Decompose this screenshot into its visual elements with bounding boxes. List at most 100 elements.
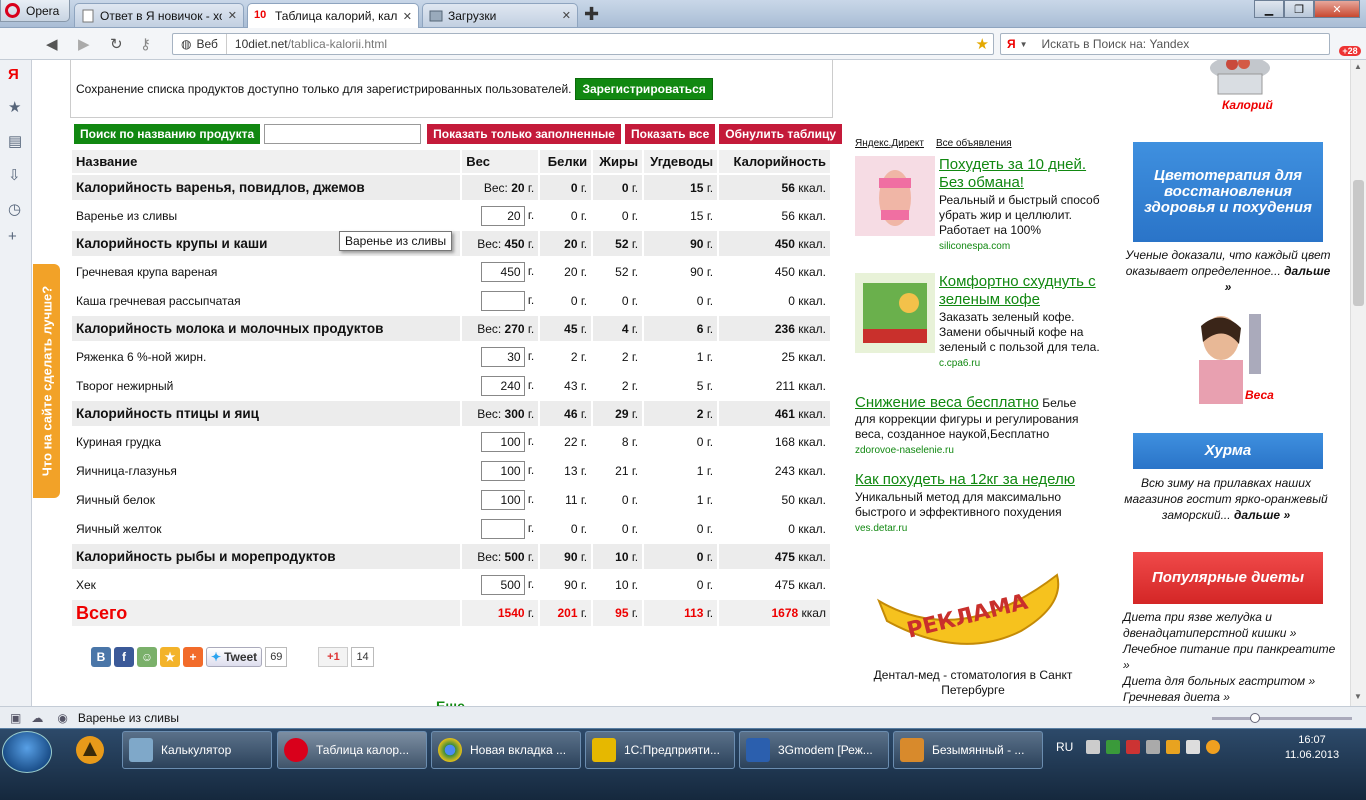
search-box[interactable]: Я ▼ Искать в Поиск на: Yandex xyxy=(1000,33,1330,55)
color-therapy-box[interactable]: Цветотерапия для восстановления здоровья… xyxy=(1133,142,1323,242)
favorites-icon[interactable]: ★ xyxy=(160,647,180,667)
yandex-direct-link[interactable]: Яндекс.Директ xyxy=(855,138,924,149)
taskbar-item[interactable]: Новая вкладка ... xyxy=(431,731,581,769)
banana-banner[interactable]: РЕКЛАМА xyxy=(871,565,1071,655)
popular-diets-box[interactable]: Популярные диеты xyxy=(1133,552,1323,604)
weight-input[interactable]: 100 xyxy=(480,460,525,481)
turbo-icon[interactable]: ◉ xyxy=(57,711,67,725)
scroll-down-icon[interactable]: ▼ xyxy=(1354,692,1362,701)
network-icon[interactable] xyxy=(1106,740,1120,754)
feedback-tab[interactable]: Что на сайте сделать лучше? xyxy=(33,264,60,498)
chevron-down-icon[interactable]: ▼ xyxy=(1020,40,1028,49)
back-icon[interactable]: ◀ xyxy=(46,35,58,53)
taskbar-item[interactable]: 3Gmodem [Реж... xyxy=(739,731,889,769)
taskbar-item[interactable]: Калькулятор xyxy=(122,731,272,769)
category-row[interactable]: Калорийность рыбы и морепродуктов Вес: 50… xyxy=(72,543,832,571)
extension-button[interactable]: +28 xyxy=(1339,32,1361,56)
zoom-slider[interactable] xyxy=(1212,713,1352,723)
diet-link[interactable]: Диета для больных гастритом » xyxy=(1123,673,1343,689)
all-ads-link[interactable]: Все объявления xyxy=(936,138,1012,149)
product-search-input[interactable] xyxy=(264,124,422,144)
scale-woman-image[interactable]: Веса xyxy=(1183,308,1274,404)
language-indicator[interactable]: RU xyxy=(1056,740,1073,754)
category-name[interactable]: Калорийность птицы и яиц xyxy=(72,400,463,428)
vk-icon[interactable]: В xyxy=(91,647,111,667)
weight-input[interactable]: 500 xyxy=(480,574,525,595)
category-name[interactable]: Калорийность молока и молочных продуктов xyxy=(72,315,463,343)
register-button[interactable]: Зарегистрироваться xyxy=(575,77,713,100)
scrollbar-thumb[interactable] xyxy=(1353,180,1364,306)
weight-input[interactable]: 100 xyxy=(480,431,525,452)
close-icon[interactable]: ✕ xyxy=(228,9,237,22)
ad-domain[interactable]: ves.detar.ru xyxy=(855,523,1100,534)
diet-link[interactable]: Гречневая диета » xyxy=(1123,689,1343,705)
ad-domain[interactable]: siliconespa.com xyxy=(939,241,1100,252)
more-link[interactable]: Еще xyxy=(436,698,465,706)
monitor-icon[interactable] xyxy=(1146,740,1160,754)
category-name[interactable]: Калорийность рыбы и морепродуктов xyxy=(72,543,463,571)
tab-calorie-table[interactable]: 10 Таблица калорий, кал... ✕ xyxy=(247,3,419,28)
close-icon[interactable]: ✕ xyxy=(403,10,412,23)
cloud-icon[interactable]: ☁ xyxy=(31,711,43,725)
persimmon-box[interactable]: Хурма xyxy=(1133,433,1323,469)
forward-icon[interactable]: ▶ xyxy=(78,35,90,53)
new-tab-icon[interactable]: ✚ xyxy=(584,4,599,25)
weight-input[interactable] xyxy=(480,290,525,311)
history-icon[interactable]: ◷ xyxy=(8,200,21,218)
antivirus-icon[interactable] xyxy=(1126,740,1140,754)
more-share-icon[interactable]: + xyxy=(183,647,203,667)
weight-input[interactable] xyxy=(480,518,525,539)
ad-title[interactable]: Снижение веса бесплатно xyxy=(855,394,1039,411)
address-bar[interactable]: ◍ Веб 10diet.net/tablica-kalorii.html ★ xyxy=(172,33,994,55)
taskbar-item[interactable]: 1С:Предприяти... xyxy=(585,731,735,769)
key-icon[interactable]: ⚷ xyxy=(140,35,151,53)
vertical-scrollbar[interactable]: ▲ ▼ xyxy=(1350,60,1366,706)
close-icon[interactable]: ✕ xyxy=(562,9,571,22)
calories-scale-image[interactable]: Калорий xyxy=(1178,60,1278,112)
zoom-handle[interactable] xyxy=(1250,713,1260,723)
moikrug-icon[interactable]: ☺ xyxy=(137,647,157,667)
ad-title[interactable]: Как похудеть на 12кг за неделю xyxy=(855,471,1100,489)
show-filled-button[interactable]: Показать только заполненные xyxy=(427,124,621,144)
ad-title[interactable]: Похудеть за 10 дней. Без обмана! xyxy=(939,156,1100,192)
banner-caption[interactable]: Дентал-мед - стоматология в Санкт Петерб… xyxy=(865,668,1081,698)
ad-domain[interactable]: zdorovoe-naselenie.ru xyxy=(855,445,1100,456)
maximize-icon[interactable]: ❐ xyxy=(1284,0,1314,18)
start-button[interactable] xyxy=(2,731,52,773)
diet-link[interactable]: Лечебное питание при панкреатите » xyxy=(1123,641,1343,673)
weight-input[interactable]: 450 xyxy=(480,261,525,282)
category-row[interactable]: Калорийность варенья, повидлов, джемов Ве… xyxy=(72,174,832,202)
scroll-up-icon[interactable]: ▲ xyxy=(1354,62,1362,71)
tab-downloads[interactable]: Загрузки ✕ xyxy=(422,3,578,27)
more-link[interactable]: дальше » xyxy=(1234,508,1290,522)
notes-icon[interactable]: ▤ xyxy=(8,132,22,150)
downloads-panel-icon[interactable]: ⇩ xyxy=(8,166,21,184)
add-panel-icon[interactable]: + xyxy=(8,228,17,245)
volume-icon[interactable] xyxy=(1186,740,1200,754)
category-row[interactable]: Калорийность птицы и яиц Вес: 300 г. 46 г.… xyxy=(72,400,832,428)
address-url[interactable]: 10diet.net/tablica-kalorii.html xyxy=(227,37,387,51)
aimp-icon[interactable] xyxy=(74,734,106,766)
ad-domain[interactable]: c.cpa6.ru xyxy=(939,358,1100,369)
reset-table-button[interactable]: Обнулить таблицу xyxy=(719,124,843,144)
weight-input[interactable]: 100 xyxy=(480,489,525,510)
tray-arrow-icon[interactable] xyxy=(1086,740,1100,754)
opera-menu-button[interactable]: Opera xyxy=(0,0,70,22)
tweet-button[interactable]: ✦ Tweet xyxy=(206,647,263,667)
ad-title[interactable]: Комфортно схуднуть с зеленым кофе xyxy=(939,273,1100,309)
gplus-button[interactable]: +1 xyxy=(318,647,349,667)
facebook-icon[interactable]: f xyxy=(114,647,134,667)
yandex-panel-icon[interactable]: Я xyxy=(8,66,19,83)
taskbar-item[interactable]: Таблица калор... xyxy=(277,731,427,769)
show-all-button[interactable]: Показать все xyxy=(624,124,716,144)
minimize-icon[interactable]: ▁ xyxy=(1254,0,1284,18)
clock[interactable]: 16:07 11.06.2013 xyxy=(1282,733,1342,763)
weight-input[interactable]: 30 xyxy=(480,346,525,367)
taskbar-item[interactable]: Безымянный - ... xyxy=(893,731,1043,769)
category-row[interactable]: Калорийность молока и молочных продуктов… xyxy=(72,315,832,343)
search-by-name-button[interactable]: Поиск по названию продукта xyxy=(74,124,261,144)
address-scope[interactable]: ◍ Веб xyxy=(173,34,227,54)
weight-input[interactable]: 20 xyxy=(480,205,525,226)
panel-toggle-icon[interactable]: ▣ xyxy=(10,711,21,725)
bookmark-star-icon[interactable]: ★ xyxy=(976,35,989,53)
